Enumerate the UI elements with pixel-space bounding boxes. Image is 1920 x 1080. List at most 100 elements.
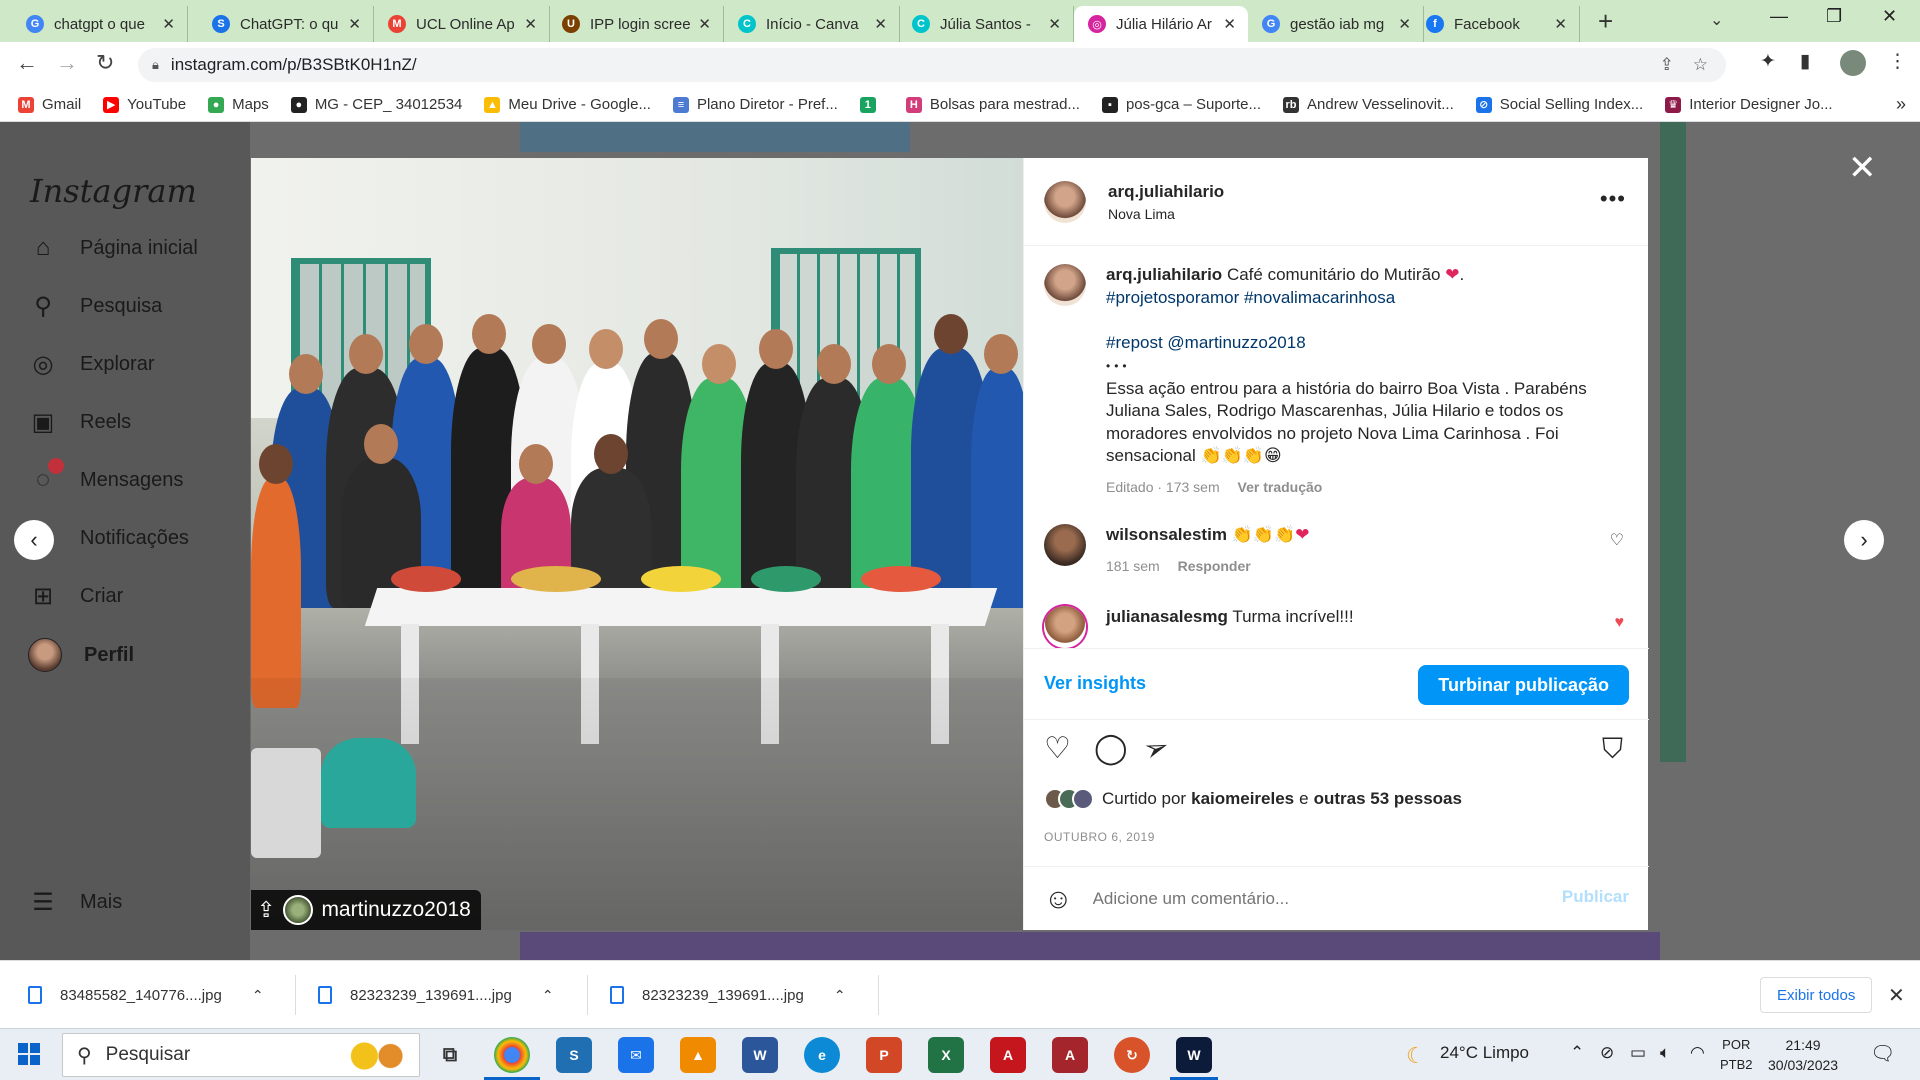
- browser-tab[interactable]: ◎ Júlia Hilário Ar ✕: [1074, 6, 1248, 42]
- previous-post-arrow[interactable]: ‹: [14, 520, 54, 560]
- comment-icon[interactable]: ◯: [1094, 734, 1128, 764]
- chrome-menu-icon[interactable]: ⋮: [1888, 50, 1907, 73]
- chevron-up-icon[interactable]: ⌃: [542, 987, 554, 1004]
- app-taskbar-icon[interactable]: S: [556, 1037, 592, 1073]
- instagram-logo[interactable]: Instagram: [30, 172, 197, 210]
- extensions-icon[interactable]: ✦: [1760, 50, 1776, 73]
- author-avatar[interactable]: [1044, 180, 1086, 223]
- network-icon[interactable]: ▭: [1630, 1043, 1646, 1063]
- new-tab-button[interactable]: +: [1598, 8, 1613, 34]
- profile-avatar[interactable]: [1840, 50, 1866, 76]
- browser-tab[interactable]: S ChatGPT: o qu ✕: [198, 6, 374, 42]
- chrome-taskbar-icon[interactable]: [494, 1037, 530, 1073]
- bookmark-item[interactable]: M Gmail: [18, 96, 81, 113]
- tab-close-icon[interactable]: ✕: [524, 15, 537, 33]
- bookmark-item[interactable]: ● Maps: [208, 96, 269, 113]
- download-filename[interactable]: 82323239_139691....jpg: [350, 987, 512, 1004]
- sidebar-item-reels[interactable]: ▣ Reels: [28, 408, 131, 437]
- like-heart-icon[interactable]: ♡: [1044, 734, 1071, 764]
- side-panel-icon[interactable]: ▮: [1800, 50, 1810, 73]
- minimize-icon[interactable]: —: [1770, 6, 1788, 27]
- bookmarks-overflow-icon[interactable]: »: [1896, 94, 1906, 115]
- liked-comment-heart-icon[interactable]: ♥: [1615, 614, 1625, 632]
- caption-username[interactable]: arq.juliahilario: [1106, 265, 1222, 284]
- bookmark-item[interactable]: ● MG - CEP_ 34012534: [290, 96, 462, 113]
- like-comment-icon[interactable]: ♡: [1610, 530, 1624, 550]
- tab-close-icon[interactable]: ✕: [1398, 15, 1411, 33]
- commenter-avatar[interactable]: [1044, 606, 1086, 648]
- next-post-arrow[interactable]: ›: [1844, 520, 1884, 560]
- sidebar-item-home[interactable]: ⌂ Página inicial: [28, 234, 198, 262]
- download-item[interactable]: 82323239_139691....jpg ⌃: [610, 977, 846, 1013]
- bookmark-item[interactable]: 1: [859, 96, 884, 113]
- download-filename[interactable]: 82323239_139691....jpg: [642, 987, 804, 1004]
- bookmark-item[interactable]: H Bolsas para mestrad...: [905, 96, 1080, 113]
- browser-tab[interactable]: f Facebook ✕: [1412, 6, 1580, 42]
- photo-tag-username[interactable]: martinuzzo2018: [321, 898, 470, 922]
- system-clock[interactable]: 21:49 30/03/2023: [1768, 1035, 1838, 1075]
- language-indicator[interactable]: POR PTB2: [1720, 1035, 1753, 1075]
- publish-comment-button[interactable]: Publicar: [1562, 887, 1629, 907]
- translate-link[interactable]: Ver tradução: [1238, 479, 1323, 495]
- browser-tab[interactable]: M UCL Online Ap ✕: [374, 6, 550, 42]
- show-all-downloads-button[interactable]: Exibir todos: [1760, 977, 1873, 1013]
- window-close-icon[interactable]: ✕: [1882, 6, 1897, 27]
- taskbar-search[interactable]: ⚲ Pesquisar: [62, 1033, 420, 1077]
- view-insights-link[interactable]: Ver insights: [1044, 673, 1146, 694]
- reply-link[interactable]: Responder: [1178, 558, 1251, 574]
- vlc-taskbar-icon[interactable]: ▲: [680, 1037, 716, 1073]
- author-username[interactable]: arq.juliahilario: [1108, 182, 1224, 202]
- liked-by-others[interactable]: outras 53 pessoas: [1314, 789, 1462, 809]
- sidebar-item-search[interactable]: ⚲ Pesquisa: [28, 292, 162, 321]
- bookmark-item[interactable]: ▶ YouTube: [103, 96, 186, 113]
- download-item[interactable]: 83485582_140776....jpg ⌃: [28, 977, 264, 1013]
- close-downloads-icon[interactable]: ✕: [1888, 983, 1905, 1008]
- bookmark-item[interactable]: ▪ pos-gca – Suporte...: [1101, 96, 1261, 113]
- windows-start-icon[interactable]: [18, 1043, 40, 1065]
- wifi-icon[interactable]: ◠: [1690, 1043, 1705, 1063]
- app-taskbar-icon[interactable]: W: [1176, 1037, 1212, 1073]
- commenter-username[interactable]: wilsonsalestim: [1106, 525, 1227, 544]
- tab-close-icon[interactable]: ✕: [162, 15, 175, 33]
- repost-mention[interactable]: #repost @martinuzzo2018: [1106, 333, 1306, 352]
- author-avatar[interactable]: [1044, 264, 1086, 306]
- photo-tag[interactable]: ⇪ martinuzzo2018: [251, 890, 481, 930]
- more-options-icon[interactable]: •••: [1600, 186, 1626, 212]
- forward-icon[interactable]: →: [56, 52, 78, 74]
- browser-tab[interactable]: Ggestão iab mg ✕: [1248, 6, 1424, 42]
- notifications-icon[interactable]: 🗨︎: [1870, 1041, 1895, 1066]
- save-bookmark-icon[interactable]: ⛉: [1602, 734, 1623, 764]
- commenter-avatar[interactable]: [1044, 524, 1086, 566]
- liked-by-user[interactable]: kaiomeireles: [1191, 789, 1294, 809]
- download-filename[interactable]: 83485582_140776....jpg: [60, 987, 222, 1004]
- word-taskbar-icon[interactable]: W: [742, 1037, 778, 1073]
- sidebar-item-plus-square[interactable]: ⊞ Criar: [28, 582, 123, 611]
- sidebar-item-more[interactable]: ☰ Mais: [28, 888, 122, 917]
- bookmark-item[interactable]: ≡ Plano Diretor - Pref...: [672, 96, 838, 113]
- close-modal-icon[interactable]: ✕: [1848, 148, 1877, 188]
- tab-close-icon[interactable]: ✕: [698, 15, 711, 33]
- mail-taskbar-icon[interactable]: ✉: [618, 1037, 654, 1073]
- browser-tab[interactable]: U IPP login scree ✕: [548, 6, 724, 42]
- reload-icon[interactable]: ↻: [96, 52, 114, 74]
- post-location[interactable]: Nova Lima: [1108, 206, 1224, 222]
- excel-taskbar-icon[interactable]: X: [928, 1037, 964, 1073]
- post-photo[interactable]: ⇪ martinuzzo2018: [251, 158, 1023, 930]
- address-bar[interactable]: 🔒︎ instagram.com/p/B3SBtK0H1nZ/ ⇪ ☆: [138, 48, 1726, 82]
- back-icon[interactable]: ←: [16, 52, 38, 74]
- weather-text[interactable]: 24°C Limpo: [1440, 1043, 1529, 1063]
- acrobat-taskbar-icon[interactable]: A: [990, 1037, 1026, 1073]
- bookmark-item[interactable]: ⊘ Social Selling Index...: [1475, 96, 1643, 113]
- caption-hashtags[interactable]: #projetosporamor #novalimacarinhosa: [1106, 288, 1395, 307]
- bookmark-item[interactable]: ♛ Interior Designer Jo...: [1665, 96, 1833, 113]
- download-item[interactable]: 82323239_139691....jpg ⌃: [318, 977, 554, 1013]
- access-taskbar-icon[interactable]: A: [1052, 1037, 1088, 1073]
- browser-tab[interactable]: C Júlia Santos - ✕: [898, 6, 1074, 42]
- powerpoint-taskbar-icon[interactable]: P: [866, 1037, 902, 1073]
- volume-icon[interactable]: 🔈︎: [1660, 1043, 1670, 1063]
- bookmark-star-icon[interactable]: ⇪ ☆: [1660, 55, 1708, 75]
- commenter-username[interactable]: julianasalesmg: [1106, 607, 1228, 626]
- url-text[interactable]: instagram.com/p/B3SBtK0H1nZ/: [171, 55, 417, 75]
- tray-app-icon[interactable]: ⊘: [1600, 1043, 1614, 1063]
- sidebar-item-avatar[interactable]: Perfil: [28, 638, 134, 672]
